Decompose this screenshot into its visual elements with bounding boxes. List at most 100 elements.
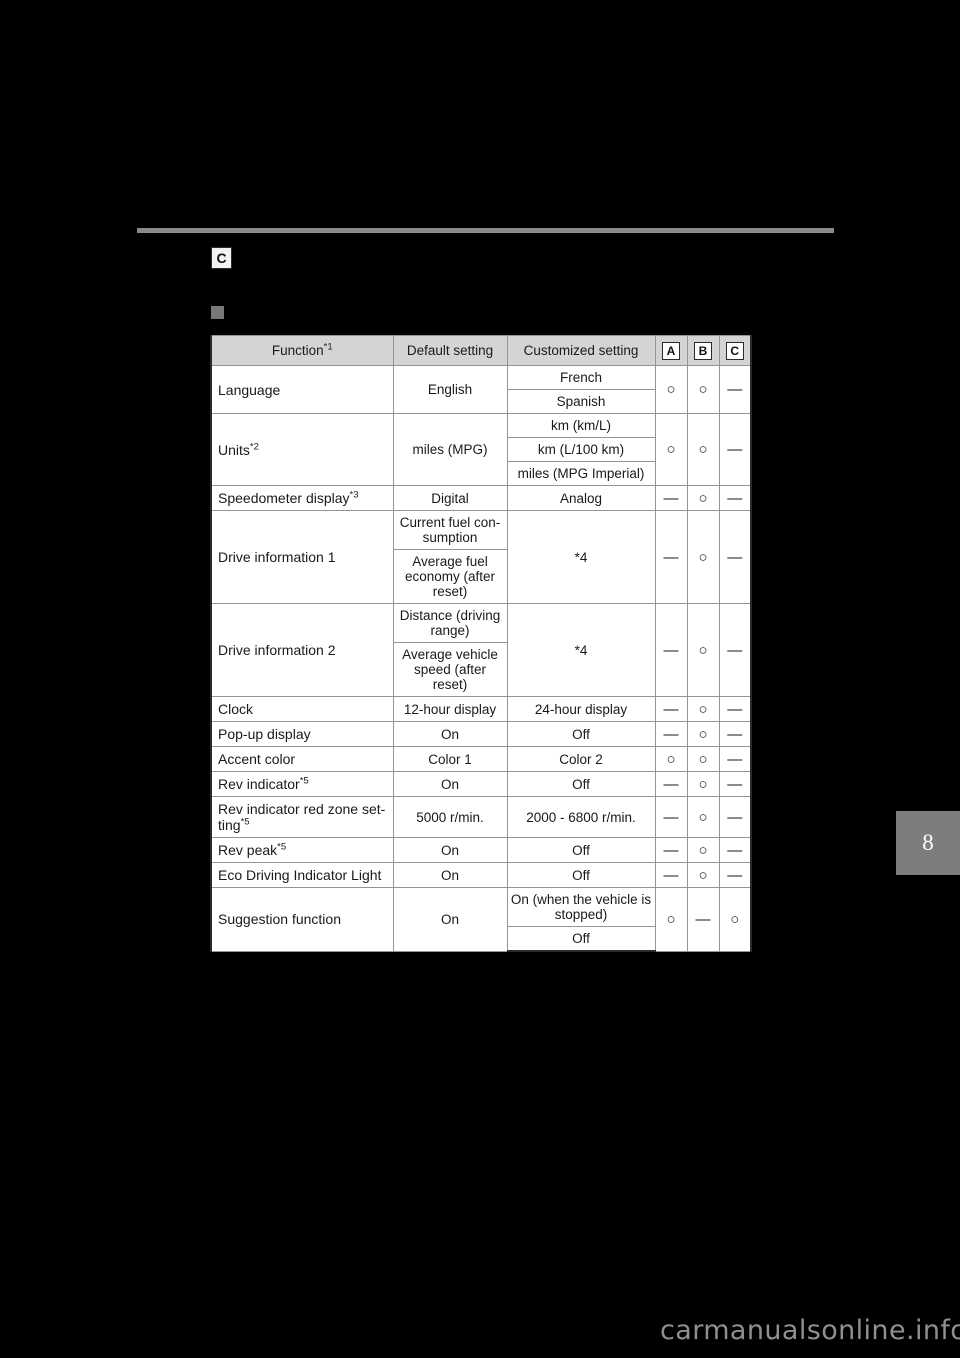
cell-availability-a: ○ — [654, 413, 688, 486]
cell-customized-setting: *4 — [506, 603, 656, 697]
cell-function: Language — [210, 365, 394, 414]
header-col-b: B — [686, 335, 720, 366]
table-row: Eco Driving Indicator Light On Off — ○ — — [210, 862, 752, 888]
table-row: Rev peak*5 On Off — ○ — — [210, 837, 752, 863]
function-label: Suggestion function — [218, 911, 341, 928]
badge-b: B — [694, 341, 712, 360]
cell-default-setting: Current fuel con-sumption — [392, 510, 508, 550]
cell-function: Pop-up display — [210, 721, 394, 747]
function-label: Units — [218, 441, 250, 458]
cell-availability-b: ○ — [686, 862, 720, 888]
table-row: Speedometer display*3 Digital Analog — ○ — — [210, 485, 752, 511]
cell-availability-a: — — [654, 837, 688, 863]
cell-default-setting: On — [392, 771, 508, 797]
cell-default-setting: On — [392, 887, 508, 952]
cell-function: Rev indicator red zone set-ting*5 — [210, 796, 394, 838]
header-customized-setting: Customized setting — [506, 335, 656, 366]
function-label: Drive information 1 — [218, 549, 336, 565]
table-row: Pop-up display On Off — ○ — — [210, 721, 752, 747]
cell-customized-setting: 24-hour display — [506, 696, 656, 722]
header-default-setting: Default setting — [392, 335, 508, 366]
cell-default-setting: On — [392, 862, 508, 888]
cell-availability-a: — — [654, 796, 688, 838]
site-watermark: carmanualsonline.info — [660, 1315, 960, 1346]
table-row: Rev indicator*5 On Off — ○ — — [210, 771, 752, 797]
table-row: Drive information 2 Distance (driving ran… — [210, 603, 752, 697]
function-footnote-ref: *5 — [277, 841, 287, 853]
cell-availability-c: ○ — [718, 887, 752, 952]
table-row: Language English French ○ ○ — — [210, 365, 752, 414]
cell-availability-b: ○ — [686, 510, 720, 604]
cell-availability-b: ○ — [686, 696, 720, 722]
cell-availability-c: — — [718, 413, 752, 486]
cell-function: Clock — [210, 696, 394, 722]
cell-customized-setting: miles (MPG Imperial) — [506, 461, 656, 486]
table-header-row: Function*1 Default setting Customized se… — [210, 335, 752, 366]
cell-customized-setting: Off — [506, 771, 656, 797]
header-function: Function*1 — [210, 335, 394, 366]
cell-availability-a: — — [654, 771, 688, 797]
cell-availability-c: — — [718, 746, 752, 772]
page-header-rule — [137, 228, 834, 233]
function-label: Accent color — [218, 751, 296, 767]
cell-availability-b: ○ — [686, 771, 720, 797]
cell-availability-b: ○ — [686, 413, 720, 486]
cell-customized-setting: km (km/L) — [506, 413, 656, 438]
table-row: Units*2 miles (MPG) km (km/L) ○ ○ — — [210, 413, 752, 486]
cell-default-setting: English — [392, 365, 508, 414]
cell-availability-b: ○ — [686, 603, 720, 697]
function-label: Eco Driving Indicator Light — [218, 867, 382, 883]
cell-availability-c: — — [718, 796, 752, 838]
header-col-c: C — [718, 335, 752, 366]
cell-default-setting: 5000 r/min. — [392, 796, 508, 838]
cell-default-setting: miles (MPG) — [392, 413, 508, 486]
cell-availability-b: ○ — [686, 796, 720, 838]
subsection-marker — [211, 306, 224, 319]
cell-availability-a: ○ — [654, 746, 688, 772]
table-row: Drive information 1 Current fuel con-sump… — [210, 510, 752, 604]
cell-default-setting: On — [392, 837, 508, 863]
cell-availability-c: — — [718, 485, 752, 511]
function-label: Rev indicator — [218, 776, 300, 792]
table-row: Suggestion function On On (when the vehicl… — [210, 887, 752, 952]
cell-customized-setting: *4 — [506, 510, 656, 604]
cell-availability-c: — — [718, 510, 752, 604]
cell-availability-c: — — [718, 603, 752, 697]
cell-customized-setting: On (when the vehicle is stopped) — [506, 887, 656, 927]
cell-availability-c: — — [718, 721, 752, 747]
table-body: Language English French ○ ○ — Spanish Units*2 mi… — [210, 365, 752, 952]
cell-customized-setting: Off — [506, 721, 656, 747]
cell-function: Suggestion function — [210, 887, 394, 952]
cell-default-setting: Digital — [392, 485, 508, 511]
customization-settings-table: Function*1 Default setting Customized se… — [210, 335, 752, 952]
page-number-tab: 8 — [896, 811, 960, 875]
function-label: Speedometer display — [218, 490, 350, 506]
cell-availability-c: — — [718, 696, 752, 722]
section-badge-c: C — [211, 247, 232, 269]
cell-availability-b: ○ — [686, 485, 720, 511]
cell-customized-setting: French — [506, 365, 656, 390]
header-function-note: *1 — [323, 341, 333, 353]
cell-customized-setting: Off — [506, 862, 656, 888]
header-col-a: A — [654, 335, 688, 366]
function-label: Clock — [218, 701, 254, 717]
cell-availability-b: — — [686, 887, 720, 952]
cell-customized-setting: Analog — [506, 485, 656, 511]
cell-availability-b: ○ — [686, 746, 720, 772]
cell-availability-a: — — [654, 603, 688, 697]
cell-customized-setting: 2000 - 6800 r/min. — [506, 796, 656, 838]
cell-function: Speedometer display*3 — [210, 485, 394, 511]
function-label: Drive information 2 — [218, 642, 336, 658]
cell-availability-a: — — [654, 485, 688, 511]
cell-availability-a: ○ — [654, 365, 688, 414]
cell-availability-c: — — [718, 771, 752, 797]
badge-c: C — [725, 341, 744, 360]
function-footnote-ref: *3 — [349, 489, 359, 501]
cell-function: Rev indicator*5 — [210, 771, 394, 797]
function-label: Rev peak — [218, 842, 278, 858]
cell-function: Eco Driving Indicator Light — [210, 862, 394, 888]
function-footnote-ref: *5 — [299, 775, 309, 787]
table-row: Accent color Color 1 Color 2 ○ ○ — — [210, 746, 752, 772]
function-footnote-ref: *2 — [249, 440, 259, 452]
function-footnote-ref: *5 — [240, 816, 250, 828]
